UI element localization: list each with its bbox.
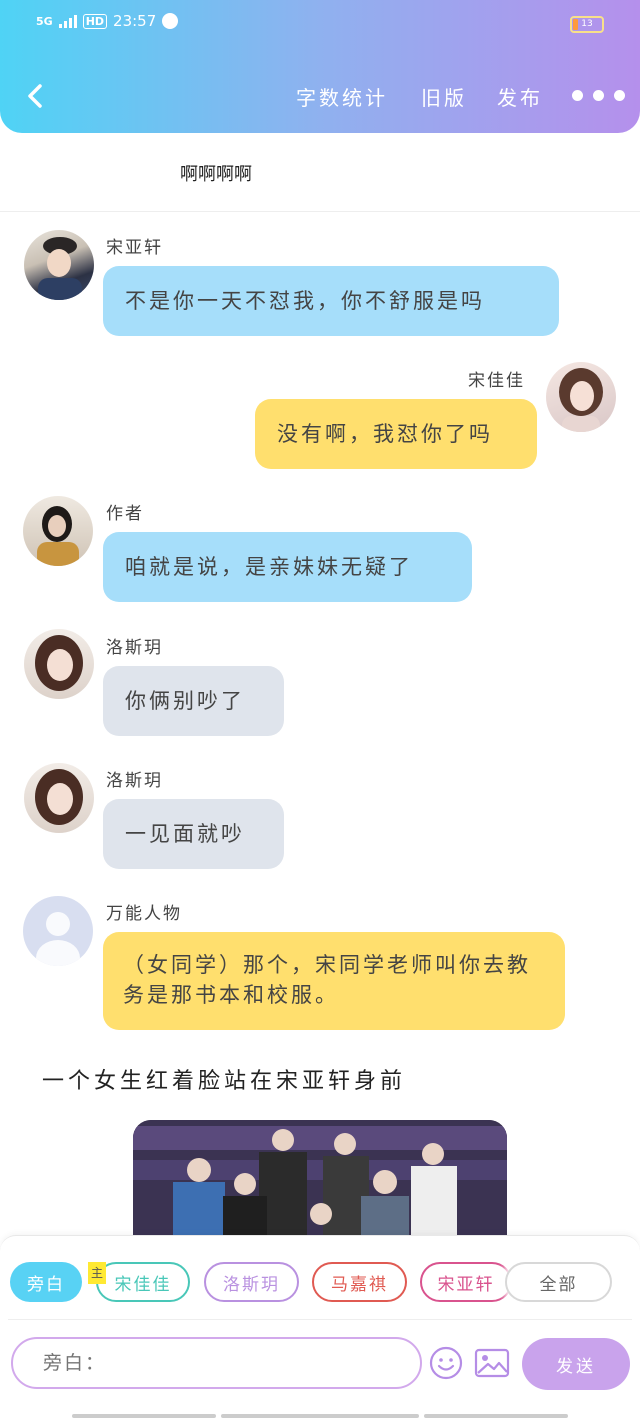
person-icon <box>36 912 80 966</box>
nav-bar-segment <box>424 1414 568 1418</box>
avatar-portrait <box>38 237 82 300</box>
avatar-portrait <box>37 506 79 566</box>
message-bubble[interactable]: 没有啊，我怼你了吗 <box>255 399 537 469</box>
word-count-button[interactable]: 字数统计 <box>296 82 388 111</box>
sender-name: 作者 <box>106 504 144 524</box>
role-chip-ma-jiaqi[interactable]: 马嘉祺 <box>312 1262 407 1302</box>
divider <box>0 211 640 212</box>
divider <box>8 1319 632 1320</box>
clock: 23:57 <box>113 12 157 30</box>
send-button[interactable]: 发送 <box>522 1338 630 1390</box>
nav-bar-segment <box>72 1414 216 1418</box>
publish-button[interactable]: 发布 <box>497 82 543 111</box>
avatar-portrait <box>559 368 603 432</box>
role-chip-all[interactable]: 全部 <box>505 1262 612 1302</box>
group-photo[interactable] <box>133 1120 507 1235</box>
header-bar: 5G HD 23:57 13 字数统计 旧版 发布 <box>0 0 640 133</box>
avatar-luo-siyue[interactable] <box>24 629 94 699</box>
narration-text: 一个女生红着脸站在宋亚轩身前 <box>42 1069 407 1094</box>
avatar-author[interactable] <box>23 496 93 566</box>
role-chip-narrator[interactable]: 旁白 <box>10 1262 82 1302</box>
avatar-portrait <box>35 769 83 825</box>
message-bubble[interactable]: 咱就是说，是亲妹妹无疑了 <box>103 532 472 602</box>
message-bubble[interactable]: 不是你一天不怼我，你不舒服是吗 <box>103 266 559 336</box>
role-chip-song-jiajia[interactable]: 宋佳佳 <box>96 1262 190 1302</box>
message-bubble[interactable]: （女同学）那个，宋同学老师叫你去教务是那书本和校服。 <box>103 932 565 1030</box>
role-chip-luo-siyue[interactable]: 洛斯玥 <box>204 1262 299 1302</box>
sender-name: 宋佳佳 <box>468 371 525 391</box>
sender-name: 洛斯玥 <box>106 771 163 791</box>
image-icon[interactable] <box>474 1347 510 1379</box>
message-input[interactable] <box>11 1337 422 1389</box>
signal-icon <box>58 14 77 28</box>
avatar-portrait <box>35 635 83 691</box>
main-role-tag: 主 <box>88 1262 106 1284</box>
avatar-song-jiajia[interactable] <box>546 362 616 432</box>
avatar-generic-character[interactable] <box>23 896 93 966</box>
more-dots-icon[interactable] <box>572 90 625 101</box>
sender-name: 万能人物 <box>106 904 182 924</box>
group-photo-image <box>133 1120 507 1235</box>
sender-name: 宋亚轩 <box>106 238 163 258</box>
network-label: 5G <box>36 14 53 28</box>
role-chip-song-yaxuan[interactable]: 宋亚轩 <box>420 1262 512 1302</box>
sender-name: 洛斯玥 <box>106 638 163 658</box>
avatar-song-yaxuan[interactable] <box>24 230 94 300</box>
app-status-icon <box>162 13 179 29</box>
message-bubble[interactable]: 你俩别吵了 <box>103 666 284 736</box>
battery-icon: 13 <box>570 16 604 33</box>
message-bubble[interactable]: 一见面就吵 <box>103 799 284 869</box>
chevron-left-icon[interactable] <box>22 78 50 114</box>
nav-bar-segment <box>221 1414 419 1418</box>
chapter-title: 啊啊啊啊 <box>180 164 252 185</box>
avatar-luo-siyue[interactable] <box>24 763 94 833</box>
status-bar: 5G HD 23:57 13 <box>36 10 604 40</box>
battery-level: 13 <box>581 19 593 29</box>
old-version-button[interactable]: 旧版 <box>421 82 467 111</box>
smiley-icon[interactable] <box>429 1346 463 1380</box>
hd-badge: HD <box>82 13 108 29</box>
